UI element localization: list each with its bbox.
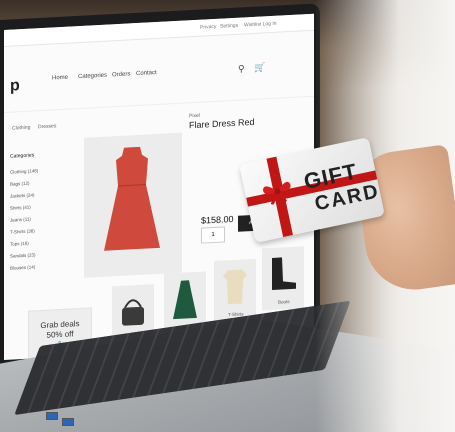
usb-port <box>62 418 74 426</box>
thumbnail-label: Boots <box>278 299 290 305</box>
quantity-input[interactable]: 1 <box>201 226 225 244</box>
sidebar-item[interactable]: Sandals (23) <box>10 252 36 258</box>
sidebar-item[interactable]: Tops (16) <box>10 241 29 247</box>
photo-scene: Privacy Settings Wishlist Log In p Home … <box>0 0 455 432</box>
topbar-link-settings[interactable]: Settings <box>220 23 238 30</box>
product-brand: Pixel <box>189 112 200 120</box>
sidebar-title: Categories <box>10 152 35 160</box>
nav-categories[interactable]: Categories <box>78 73 107 81</box>
nav-home[interactable]: Home <box>52 75 68 82</box>
breadcrumb-dresses[interactable]: Dresses <box>38 123 56 130</box>
topbar-link-privacy[interactable]: Privacy <box>200 24 216 31</box>
red-dress-image <box>104 146 160 251</box>
sidebar-item[interactable]: Blouses (14) <box>10 264 35 270</box>
gift-bow-icon <box>262 181 291 206</box>
sidebar-item[interactable]: Jackets (24) <box>10 192 35 198</box>
store-logo[interactable]: p <box>10 77 20 96</box>
nav-contact[interactable]: Contact <box>136 70 157 77</box>
breadcrumb-clothing[interactable]: Clothing <box>12 125 30 132</box>
sidebar-item[interactable]: Shirts (41) <box>10 205 31 211</box>
sidebar-item[interactable]: Bags (12) <box>10 181 30 187</box>
topbar-link-login[interactable]: Wishlist Log In <box>244 21 277 29</box>
product-title: Flare Dress Red <box>189 116 255 131</box>
search-icon[interactable]: ⚲ <box>238 63 245 74</box>
nav-orders[interactable]: Orders <box>112 71 130 78</box>
cart-icon[interactable]: 🛒 <box>254 62 265 74</box>
sidebar-item[interactable]: Jeans (11) <box>10 217 31 223</box>
sidebar-item[interactable]: T-Shirts (36) <box>10 228 35 234</box>
usb-port <box>46 412 58 420</box>
product-price: $158.00 <box>201 213 234 226</box>
header-divider <box>4 95 314 113</box>
product-image[interactable] <box>84 132 182 278</box>
sidebar-item[interactable]: Clothing (146) <box>10 168 38 174</box>
